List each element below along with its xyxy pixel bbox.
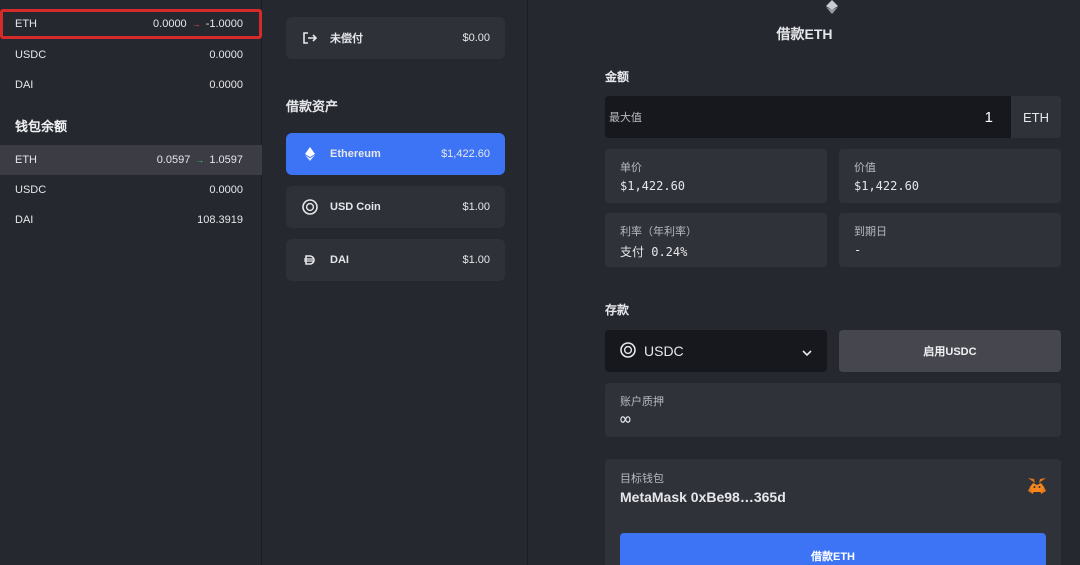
borrow-form-panel: 借款ETH 金额 最大值 1 ETH 单价 $1,422.60 价值 $1,42…: [529, 0, 1080, 565]
asset-name: Ethereum: [330, 148, 381, 160]
asset-name: DAI: [15, 79, 34, 91]
asset-card-dai[interactable]: DAI $1.00: [286, 239, 505, 281]
deposit-asset-select[interactable]: USDC: [605, 330, 827, 372]
worth-box: 价值 $1,422.60: [839, 149, 1061, 203]
current-value: 0.0000: [153, 18, 187, 30]
owed-row-usdc[interactable]: USDC 0.0000: [0, 40, 262, 70]
ethereum-logo-icon: [824, 0, 840, 19]
maturity-label: 到期日: [854, 226, 887, 238]
collateral-box: 账户质押 ∞: [605, 383, 1061, 437]
arrow-right-icon: →: [191, 19, 201, 29]
asset-value: 108.3919: [197, 214, 243, 226]
owed-row-eth[interactable]: ETH 0.0000 → -1.0000: [0, 9, 262, 39]
new-value: 1.0597: [209, 154, 243, 166]
unit-price-box: 单价 $1,422.60: [605, 149, 827, 203]
rate-box: 利率（年利率） 支付 0.24%: [605, 213, 827, 267]
rate-value: 支付 0.24%: [620, 245, 688, 259]
asset-name: USDC: [15, 49, 47, 61]
new-value: -1.0000: [205, 18, 243, 30]
deposit-label: 存款: [605, 303, 630, 317]
asset-value: 0.0000: [209, 79, 243, 91]
wallet-row-usdc[interactable]: USDC 0.0000: [0, 175, 262, 205]
unit-price-label: 单价: [620, 162, 642, 174]
asset-card-usd-coin[interactable]: USD Coin $1.00: [286, 186, 505, 228]
borrow-assets-title: 借款资产: [286, 99, 339, 114]
unit-price-value: $1,422.60: [620, 179, 686, 193]
asset-value: 0.0000: [209, 184, 243, 196]
chevron-down-icon: [802, 343, 812, 359]
wallet-balance-title: 钱包余额: [15, 119, 68, 134]
dai-icon: [302, 252, 318, 268]
amount-unit: ETH: [1011, 96, 1061, 138]
max-button[interactable]: 最大值: [609, 109, 642, 125]
metamask-fox-icon: [1027, 477, 1047, 500]
unpaid-value: $0.00: [462, 32, 490, 44]
arrow-right-icon: →: [195, 155, 205, 165]
usdc-icon: [620, 341, 636, 361]
wallet-row-eth[interactable]: ETH 0.0597 → 1.0597: [0, 145, 262, 175]
enable-usdc-button[interactable]: 启用USDC: [839, 330, 1061, 372]
asset-value: 0.0000: [209, 49, 243, 61]
usdc-icon: [302, 199, 318, 215]
maturity-value: -: [854, 243, 862, 257]
asset-name: ETH: [15, 18, 37, 30]
target-wallet-address: MetaMask 0xBe98…365d: [620, 489, 786, 505]
worth-value: $1,422.60: [854, 179, 920, 193]
amount-input[interactable]: 最大值 1: [605, 96, 1011, 138]
exit-icon: [302, 30, 318, 46]
maturity-box: 到期日 -: [839, 213, 1061, 267]
amount-value: 1: [984, 108, 993, 126]
asset-name: DAI: [330, 254, 349, 266]
unpaid-card[interactable]: 未偿付 $0.00: [286, 17, 505, 59]
page-title: 借款ETH: [776, 26, 833, 42]
collateral-label: 账户质押: [620, 396, 664, 408]
asset-price: $1,422.60: [441, 148, 490, 160]
asset-value: 0.0000 → -1.0000: [153, 18, 243, 30]
deposit-asset-name: USDC: [644, 343, 684, 359]
asset-selector-panel: 未偿付 $0.00 借款资产 Ethereum $1,422.60 USD Co…: [263, 0, 528, 565]
wallet-row-dai[interactable]: DAI 108.3919: [0, 205, 262, 235]
asset-card-ethereum[interactable]: Ethereum $1,422.60: [286, 133, 505, 175]
rate-label: 利率（年利率）: [620, 226, 697, 238]
asset-name: ETH: [15, 154, 37, 166]
asset-name: USDC: [15, 184, 47, 196]
asset-price: $1.00: [462, 201, 490, 213]
positions-panel: ETH 0.0000 → -1.0000 USDC 0.0000 DAI 0.0…: [0, 0, 262, 565]
target-wallet-label: 目标钱包: [620, 473, 664, 485]
amount-label: 金额: [605, 70, 630, 84]
ethereum-icon: [302, 146, 318, 162]
asset-name: USD Coin: [330, 201, 381, 213]
collateral-value: ∞: [620, 409, 631, 430]
asset-price: $1.00: [462, 254, 490, 266]
worth-label: 价值: [854, 162, 876, 174]
asset-name: DAI: [15, 214, 34, 226]
current-value: 0.0597: [156, 154, 191, 166]
unpaid-label: 未偿付: [330, 33, 363, 45]
borrow-eth-button[interactable]: 借款ETH: [620, 533, 1046, 565]
asset-value: 0.0597 → 1.0597: [157, 154, 243, 166]
owed-row-dai[interactable]: DAI 0.0000: [0, 70, 262, 100]
